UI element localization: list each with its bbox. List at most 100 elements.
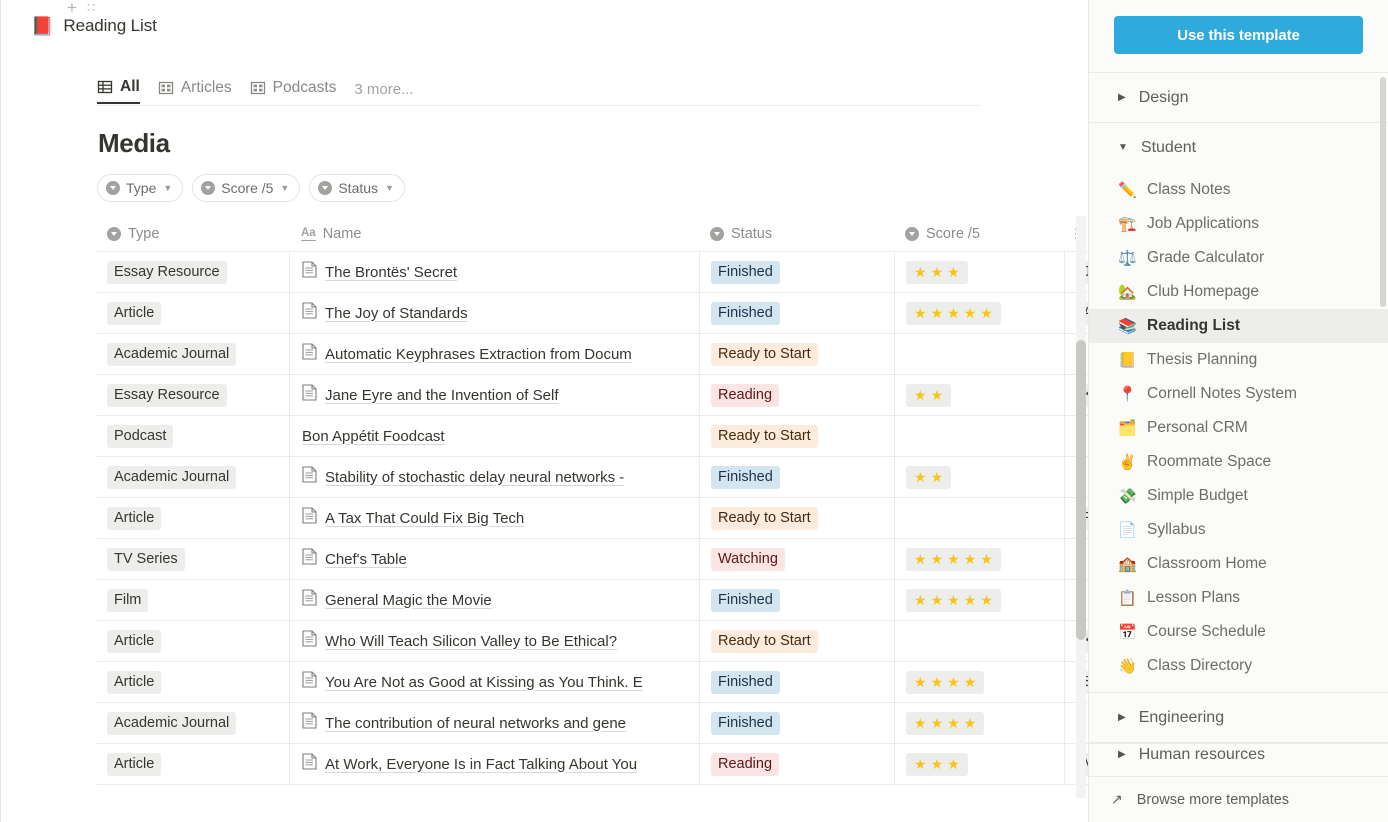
cell-type[interactable]: Academic Journal — [97, 457, 289, 498]
cell-name[interactable]: A Tax That Could Fix Big Tech — [289, 497, 699, 539]
sidebar-group-engineering[interactable]: ▶ Engineering — [1089, 693, 1388, 743]
cell-status[interactable]: Finished — [699, 251, 894, 293]
filter-score[interactable]: Score /5 ▼ — [192, 174, 301, 202]
sidebar-item-job-applications[interactable]: 🏗️ Job Applications — [1089, 207, 1388, 241]
sidebar-item-syllabus[interactable]: 📄 Syllabus — [1089, 513, 1388, 547]
cell-status[interactable]: Finished — [699, 292, 894, 334]
cell-score[interactable]: ★ ★ ★ — [894, 743, 1064, 785]
table-row[interactable]: Article Who Will Teach Silicon Valley to … — [97, 620, 1088, 662]
cell-name[interactable]: Stability of stochastic delay neural net… — [289, 456, 699, 498]
sidebar-item-thesis-planning[interactable]: 📒 Thesis Planning — [1089, 343, 1388, 377]
table-row[interactable]: Article You Are Not as Good at Kissing as… — [97, 661, 1088, 703]
cell-status[interactable]: Ready to Start — [699, 333, 894, 375]
sidebar-item-simple-budget[interactable]: 💸 Simple Budget — [1089, 479, 1388, 513]
table-row[interactable]: TV Series Chef's Table Watching ★ ★ ★ ★ ★ — [97, 538, 1088, 580]
row-title-link[interactable]: Stability of stochastic delay neural net… — [325, 469, 624, 486]
sidebar-item-grade-calculator[interactable]: ⚖️ Grade Calculator — [1089, 241, 1388, 275]
table-row[interactable]: Article At Work, Everyone Is in Fact Talk… — [97, 743, 1088, 785]
table-row[interactable]: Essay Resource The Brontës' Secret Finishe… — [97, 251, 1088, 293]
cell-name[interactable]: Automatic Keyphrases Extraction from Doc… — [289, 333, 699, 375]
cell-name[interactable]: General Magic the Movie — [289, 579, 699, 621]
cell-name[interactable]: The Joy of Standards — [289, 292, 699, 334]
row-title-link[interactable]: Chef's Table — [325, 551, 407, 568]
cell-type[interactable]: Article — [97, 621, 289, 662]
column-header-type[interactable]: Type — [97, 216, 289, 252]
use-this-template-button[interactable]: Use this template — [1114, 16, 1363, 54]
sidebar-item-cornell-notes-system[interactable]: 📍 Cornell Notes System — [1089, 377, 1388, 411]
cell-status[interactable]: Finished — [699, 702, 894, 744]
cell-name[interactable]: The contribution of neural networks and … — [289, 702, 699, 744]
cell-status[interactable]: Watching — [699, 538, 894, 580]
cell-status[interactable]: Reading — [699, 374, 894, 416]
cell-status[interactable]: Finished — [699, 456, 894, 498]
table-row[interactable]: Film General Magic the Movie Finished ★ ★ ★ ★ ★ — [97, 579, 1088, 621]
cell-type[interactable]: Article — [97, 293, 289, 334]
cell-name[interactable]: You Are Not as Good at Kissing as You Th… — [289, 661, 699, 703]
cell-score[interactable] — [894, 497, 1064, 539]
cell-type[interactable]: Article — [97, 498, 289, 539]
cell-status[interactable]: Reading — [699, 743, 894, 785]
sidebar-item-course-schedule[interactable]: 📅 Course Schedule — [1089, 615, 1388, 649]
cell-score[interactable]: ★ ★ — [894, 456, 1064, 498]
column-header-score[interactable]: Score /5 — [894, 216, 1064, 252]
sidebar-item-lesson-plans[interactable]: 📋 Lesson Plans — [1089, 581, 1388, 615]
row-title-link[interactable]: Who Will Teach Silicon Valley to Be Ethi… — [325, 633, 617, 650]
table-row[interactable]: Academic Journal Automatic Keyphrases Ext… — [97, 333, 1088, 375]
row-title-link[interactable]: At Work, Everyone Is in Fact Talking Abo… — [325, 756, 637, 773]
plus-icon[interactable]: + — [67, 0, 77, 16]
cell-score[interactable] — [894, 333, 1064, 375]
sidebar-item-roommate-space[interactable]: ✌️ Roommate Space — [1089, 445, 1388, 479]
cell-score[interactable] — [894, 620, 1064, 662]
cell-name[interactable]: Chef's Table — [289, 538, 699, 580]
cell-type[interactable]: TV Series — [97, 539, 289, 580]
cell-status[interactable]: Ready to Start — [699, 620, 894, 662]
sidebar-item-class-notes[interactable]: ✏️ Class Notes — [1089, 173, 1388, 207]
row-title-link[interactable]: A Tax That Could Fix Big Tech — [325, 510, 524, 527]
cell-status[interactable]: Finished — [699, 661, 894, 703]
sidebar-group-student[interactable]: ▼ Student — [1089, 123, 1388, 173]
cell-type[interactable]: Article — [97, 744, 289, 785]
sidebar-item-personal-crm[interactable]: 🗂️ Personal CRM — [1089, 411, 1388, 445]
browse-more-templates-button[interactable]: ↗ Browse more templates — [1089, 776, 1388, 822]
sidebar-group-human-resources[interactable]: ▶ Human resources — [1089, 743, 1388, 765]
table-row[interactable]: Article A Tax That Could Fix Big Tech Read… — [97, 497, 1088, 539]
tab-articles[interactable]: Articles — [158, 74, 232, 104]
cell-type[interactable]: Essay Resource — [97, 375, 289, 416]
table-scrollbar-thumb[interactable] — [1076, 340, 1086, 640]
table-row[interactable]: Essay Resource Jane Eyre and the Inventio… — [97, 374, 1088, 416]
row-title-link[interactable]: The contribution of neural networks and … — [325, 715, 626, 732]
sidebar-scrollbar-thumb[interactable] — [1380, 77, 1386, 307]
tabs-more-button[interactable]: 3 more... — [354, 74, 413, 104]
table-row[interactable]: Podcast Bon Appétit Foodcast Ready to Star… — [97, 415, 1088, 457]
sidebar-item-classroom-home[interactable]: 🏫 Classroom Home — [1089, 547, 1388, 581]
cell-type[interactable]: Essay Resource — [97, 252, 289, 293]
table-row[interactable]: Academic Journal The contribution of neur… — [97, 702, 1088, 744]
cell-score[interactable]: ★ ★ ★ ★ — [894, 661, 1064, 703]
cell-type[interactable]: Podcast — [97, 416, 289, 457]
table-row[interactable]: Article The Joy of Standards Finished ★ ★ ★ ★ ★… — [97, 292, 1088, 334]
cell-type[interactable]: Film — [97, 580, 289, 621]
filter-status[interactable]: Status ▼ — [309, 174, 405, 202]
cell-score[interactable] — [894, 415, 1064, 457]
cell-name[interactable]: Jane Eyre and the Invention of Self — [289, 374, 699, 416]
cell-score[interactable]: ★ ★ ★ ★ ★ — [894, 292, 1064, 334]
cell-status[interactable]: Ready to Start — [699, 497, 894, 539]
sidebar-item-class-directory[interactable]: 👋 Class Directory — [1089, 649, 1388, 683]
sidebar-group-design[interactable]: ▶ Design — [1089, 73, 1388, 123]
filter-type[interactable]: Type ▼ — [97, 174, 184, 202]
cell-name[interactable]: At Work, Everyone Is in Fact Talking Abo… — [289, 743, 699, 785]
row-title-link[interactable]: You Are Not as Good at Kissing as You Th… — [325, 674, 643, 691]
row-title-link[interactable]: Jane Eyre and the Invention of Self — [325, 387, 559, 404]
cell-type[interactable]: Article — [97, 662, 289, 703]
cell-score[interactable]: ★ ★ ★ ★ ★ — [894, 579, 1064, 621]
row-title-link[interactable]: The Joy of Standards — [325, 305, 468, 322]
table-row[interactable]: Academic Journal Stability of stochastic … — [97, 456, 1088, 498]
cell-status[interactable]: Finished — [699, 579, 894, 621]
row-title-link[interactable]: Automatic Keyphrases Extraction from Doc… — [325, 346, 632, 363]
drag-handle-icon[interactable]: ∷ — [87, 1, 95, 14]
cell-score[interactable]: ★ ★ ★ ★ — [894, 702, 1064, 744]
row-title-link[interactable]: General Magic the Movie — [325, 592, 492, 609]
cell-score[interactable]: ★ ★ — [894, 374, 1064, 416]
cell-name[interactable]: The Brontës' Secret — [289, 251, 699, 293]
row-title-link[interactable]: The Brontës' Secret — [325, 264, 457, 281]
